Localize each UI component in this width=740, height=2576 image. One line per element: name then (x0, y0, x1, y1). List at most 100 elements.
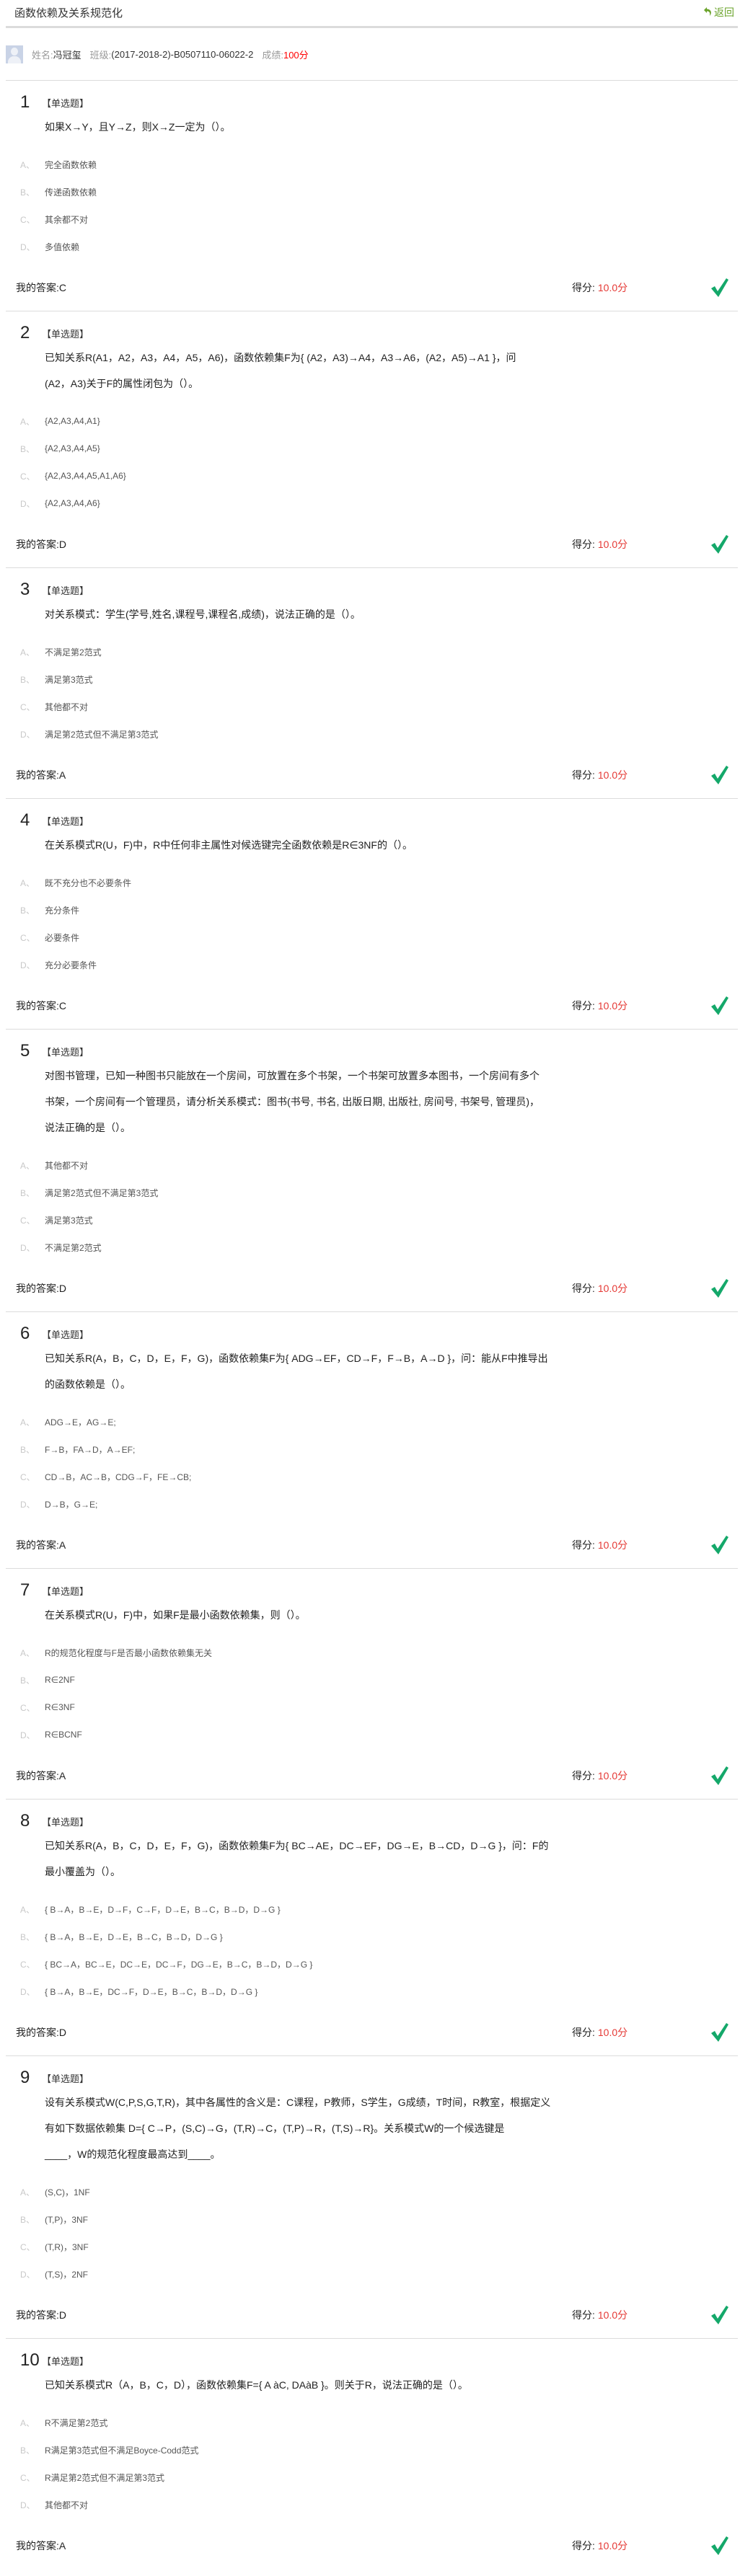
correct-check-icon (710, 1766, 729, 1786)
option-item[interactable]: A、 完全函数依赖 (6, 151, 738, 178)
option-item[interactable]: D、 (T,S)，2NF (6, 2260, 738, 2288)
option-item[interactable]: A、 ADG→E，AG→E; (6, 1408, 738, 1435)
question-header: 10 【单选题】 (6, 2350, 738, 2370)
option-item[interactable]: C、 R∈3NF (6, 1694, 738, 1721)
option-item[interactable]: C、 (T,R)，3NF (6, 2233, 738, 2260)
option-text: 充分条件 (45, 905, 80, 916)
option-item[interactable]: C、 R满足第2范式但不满足第3范式 (6, 2464, 738, 2491)
option-list: A、 完全函数依赖 B、 传递函数依赖 C、 其余都不对 D、 多值依赖 (6, 151, 738, 260)
option-text: 不满足第2范式 (45, 1242, 102, 1253)
back-button[interactable]: 返回 (704, 5, 734, 19)
option-letter: C、 (20, 1702, 35, 1713)
my-answer-value: A (58, 1539, 66, 1551)
question-text: 在关系模式R(U，F)中，如果F是最小函数依赖集，则（）。 (6, 1602, 738, 1628)
option-text: 不满足第2范式 (45, 647, 102, 658)
option-text: (T,S)，2NF (45, 2269, 89, 2280)
option-item[interactable]: C、 必要条件 (6, 924, 738, 951)
option-item[interactable]: A、 既不充分也不必要条件 (6, 869, 738, 896)
option-item[interactable]: C、 {A2,A3,A4,A5,A1,A6} (6, 462, 738, 490)
option-item[interactable]: B、 满足第2范式但不满足第3范式 (6, 1179, 738, 1206)
question-header: 3 【单选题】 (6, 580, 738, 599)
option-item[interactable]: C、 CD→B，AC→B，CDG→F，FE→CB; (6, 1463, 738, 1490)
option-item[interactable]: D、 其他都不对 (6, 2491, 738, 2518)
question-text-line: 在关系模式R(U，F)中，如果F是最小函数依赖集，则（）。 (45, 1609, 306, 1621)
option-item[interactable]: C、 满足第3范式 (6, 1206, 738, 1234)
score-area: 得分: 10.0分 (572, 1280, 627, 1297)
name-label: 姓名: (32, 49, 53, 61)
option-text: 其他都不对 (45, 1160, 89, 1171)
question-text-line: 已知关系R(A，B，C，D，E，F，G)，函数依赖集F为{ ADG→EF，CD→… (45, 1353, 548, 1364)
question-block: 7 【单选题】 在关系模式R(U，F)中，如果F是最小函数依赖集，则（）。 A、 R的规… (6, 1568, 738, 1799)
option-text: { B→A，B→E，D→F，C→F，D→E，B→C，B→D，D→G } (45, 1904, 281, 1915)
option-item[interactable]: C、 其余都不对 (6, 205, 738, 233)
my-answer-value: A (58, 2540, 66, 2551)
option-text: 传递函数依赖 (45, 187, 97, 198)
option-item[interactable]: D、 R∈BCNF (6, 1721, 738, 1748)
my-answer-value: C (58, 1000, 67, 1012)
question-text: 已知关系模式R（A，B，C，D），函数依赖集F={ A àC, DAàB }。则… (6, 2372, 738, 2398)
score-value: 10.0分 (597, 282, 628, 293)
option-item[interactable]: B、 (T,P)，3NF (6, 2205, 738, 2233)
option-item[interactable]: A、 (S,C)，1NF (6, 2178, 738, 2205)
question-type: 【单选题】 (42, 2355, 89, 2367)
option-item[interactable]: B、 R∈2NF (6, 1666, 738, 1694)
option-list: A、 (S,C)，1NF B、 (T,P)，3NF C、 (T,R)，3NF D、 (T,S)… (6, 2178, 738, 2288)
option-item[interactable]: C、 { BC→A，BC→E，DC→E，DC→F，DG→E，B→C，B→D，D→G… (6, 1950, 738, 1978)
score-label: 得分: (572, 769, 595, 781)
option-item[interactable]: B、 充分条件 (6, 896, 738, 924)
option-item[interactable]: D、 满足第2范式但不满足第3范式 (6, 720, 738, 748)
avatar (6, 45, 23, 63)
page-header: 函数依赖及关系规范化 返回 (0, 0, 740, 26)
question-number: 10 (20, 2350, 40, 2370)
option-item[interactable]: C、 其他都不对 (6, 693, 738, 720)
option-letter: A、 (20, 877, 35, 888)
question-list: 1 【单选题】 如果X→Y，且Y→Z，则X→Z一定为（）。 A、 完全函数依赖 B、 传递函… (0, 80, 740, 2569)
option-text: 充分必要条件 (45, 960, 97, 970)
my-answer-label: 我的答案: (16, 769, 59, 781)
question-text-line: (A2，A3)关于F的属性闭包为（）。 (45, 378, 199, 389)
option-item[interactable]: D、 多值依赖 (6, 233, 738, 260)
score-label: 得分: (572, 1770, 595, 1781)
correct-check-icon (710, 2536, 729, 2556)
my-answer-value: D (58, 1283, 67, 1294)
option-item[interactable]: B、 满足第3范式 (6, 665, 738, 693)
question-text-line: 已知关系模式R（A，B，C，D），函数依赖集F={ A àC, DAàB }。则… (45, 2379, 468, 2391)
option-letter: B、 (20, 1187, 35, 1198)
option-item[interactable]: B、 R满足第3范式但不满足Boyce-Codd范式 (6, 2436, 738, 2464)
question-type: 【单选题】 (42, 815, 89, 827)
option-letter: D、 (20, 1499, 35, 1510)
option-item[interactable]: D、 D→B，G→E; (6, 1490, 738, 1518)
option-text: F→B，FA→D，A→EF; (45, 1444, 136, 1455)
question-header: 6 【单选题】 (6, 1324, 738, 1343)
option-letter: A、 (20, 416, 35, 427)
option-item[interactable]: B、 F→B，FA→D，A→EF; (6, 1435, 738, 1463)
my-answer-label: 我的答案: (16, 2027, 59, 2038)
question-type: 【单选题】 (42, 1585, 89, 1597)
option-item[interactable]: A、 { B→A，B→E，D→F，C→F，D→E，B→C，B→D，D→G } (6, 1895, 738, 1923)
option-item[interactable]: A、 其他都不对 (6, 1151, 738, 1179)
option-text: R不满足第2范式 (45, 2417, 108, 2428)
option-item[interactable]: A、 R的规范化程度与F是否最小函数依赖集无关 (6, 1639, 738, 1666)
option-letter: A、 (20, 2187, 35, 2197)
option-item[interactable]: B、 {A2,A3,A4,A5} (6, 435, 738, 462)
option-item[interactable]: A、 不满足第2范式 (6, 638, 738, 665)
option-item[interactable]: D、 { B→A，B→E，DC→F，D→E，B→C，B→D，D→G } (6, 1978, 738, 2005)
my-answer-value: D (58, 2027, 67, 2038)
option-item[interactable]: B、 传递函数依赖 (6, 178, 738, 205)
option-item[interactable]: B、 { B→A，B→E，D→E，B→C，B→D，D→G } (6, 1923, 738, 1950)
correct-check-icon (710, 996, 729, 1016)
question-text-line: 如果X→Y，且Y→Z，则X→Z一定为（）。 (45, 121, 231, 133)
question-header: 1 【单选题】 (6, 92, 738, 112)
option-item[interactable]: D、 充分必要条件 (6, 951, 738, 978)
question-block: 1 【单选题】如果X→Y，且Y→Z，则X→Z一定为（）。 A、 完全函数依赖 B、 传递函… (6, 80, 738, 311)
option-text: {A2,A3,A4,A5,A1,A6} (45, 471, 126, 481)
option-item[interactable]: A、 R不满足第2范式 (6, 2409, 738, 2436)
option-item[interactable]: A、 {A2,A3,A4,A1} (6, 407, 738, 435)
option-item[interactable]: D、 {A2,A3,A4,A6} (6, 490, 738, 517)
option-letter: A、 (20, 159, 35, 170)
option-letter: C、 (20, 2241, 35, 2252)
option-text: R∈BCNF (45, 1730, 82, 1740)
grade-value: 100分 (283, 49, 309, 61)
option-item[interactable]: D、 不满足第2范式 (6, 1234, 738, 1261)
option-letter: B、 (20, 2445, 35, 2456)
